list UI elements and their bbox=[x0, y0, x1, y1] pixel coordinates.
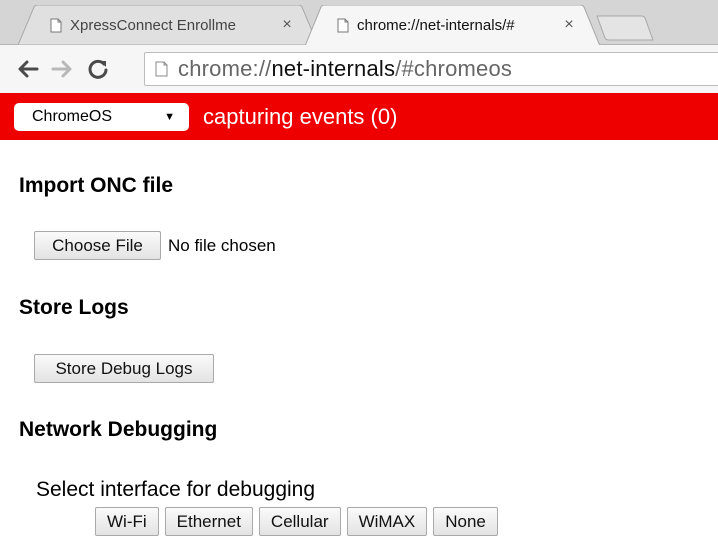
ethernet-button[interactable]: Ethernet bbox=[164, 507, 253, 536]
status-bar: ChromeOS ▼ capturing events (0) bbox=[0, 93, 718, 140]
wifi-button[interactable]: Wi-Fi bbox=[95, 507, 159, 536]
url-text[interactable]: chrome://net-internals/#chromeos bbox=[178, 56, 512, 82]
reload-icon bbox=[88, 59, 108, 79]
view-select[interactable]: ChromeOS ▼ bbox=[14, 102, 189, 131]
cellular-button[interactable]: Cellular bbox=[258, 507, 341, 536]
browser-toolbar: chrome://net-internals/#chromeos bbox=[0, 45, 718, 93]
caret-down-icon: ▼ bbox=[164, 110, 175, 123]
new-tab-button[interactable] bbox=[595, 15, 655, 41]
back-arrow-icon bbox=[18, 60, 39, 78]
file-status: No file chosen bbox=[168, 236, 276, 255]
url-path: /#chromeos bbox=[395, 56, 513, 81]
tab-xpressconnect[interactable]: XpressConnect Enrollme × bbox=[18, 5, 318, 45]
network-debugging-heading: Network Debugging bbox=[19, 418, 218, 441]
forward-arrow-icon bbox=[51, 60, 72, 78]
omnibox[interactable]: chrome://net-internals/#chromeos bbox=[144, 52, 718, 86]
page-icon bbox=[155, 61, 168, 77]
tab-title: XpressConnect Enrollme bbox=[70, 16, 236, 34]
interface-label: Select interface for debugging bbox=[36, 478, 316, 501]
store-debug-logs-button[interactable]: Store Debug Logs bbox=[34, 354, 214, 383]
page-icon bbox=[337, 18, 349, 32]
capturing-status: capturing events (0) bbox=[203, 103, 398, 129]
page-icon bbox=[50, 18, 62, 32]
view-select-value: ChromeOS bbox=[32, 107, 113, 125]
none-button[interactable]: None bbox=[433, 507, 498, 536]
tab-title: chrome://net-internals/# bbox=[357, 16, 515, 34]
close-icon[interactable]: × bbox=[562, 16, 576, 34]
url-host: net-internals bbox=[271, 56, 396, 81]
interface-buttons: Wi-Fi Ethernet Cellular WiMAX None bbox=[95, 507, 498, 536]
chromeos-view: Import ONC file Choose File No file chos… bbox=[0, 140, 718, 536]
back-button[interactable] bbox=[14, 55, 42, 83]
store-logs-heading: Store Logs bbox=[19, 296, 129, 319]
forward-button[interactable] bbox=[48, 55, 76, 83]
url-scheme: chrome:// bbox=[178, 56, 272, 81]
wimax-button[interactable]: WiMAX bbox=[346, 507, 428, 536]
reload-button[interactable] bbox=[84, 55, 112, 83]
choose-file-button[interactable]: Choose File bbox=[34, 231, 161, 260]
close-icon[interactable]: × bbox=[280, 16, 294, 34]
tab-strip: XpressConnect Enrollme × chrome://net-in… bbox=[0, 0, 718, 45]
import-onc-heading: Import ONC file bbox=[19, 174, 174, 197]
tab-net-internals[interactable]: chrome://net-internals/# × bbox=[305, 5, 600, 45]
